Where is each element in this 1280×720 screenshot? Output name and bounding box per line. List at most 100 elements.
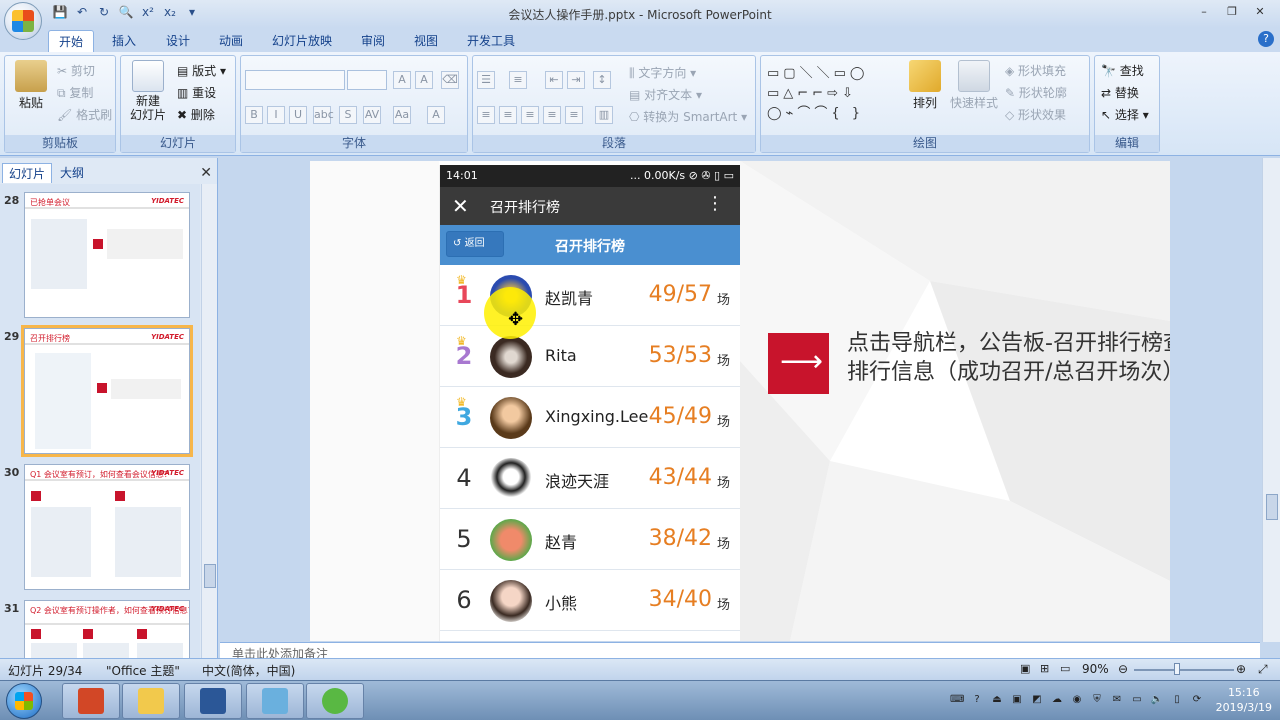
start-button[interactable] — [6, 683, 42, 719]
chat-icon[interactable]: ◉ — [1070, 693, 1084, 707]
distributed-icon[interactable]: ≡ — [565, 106, 583, 124]
tab-review[interactable]: 审阅 — [351, 30, 395, 52]
mail-icon[interactable]: ✉ — [1110, 693, 1124, 707]
quick-styles-button[interactable]: 快速样式 — [947, 60, 1001, 111]
slide-description[interactable]: 点击导航栏，公告板-召开排行榜查看排行信息（成功召开/总召开场次）。 — [847, 329, 1170, 387]
zoom-slider-knob[interactable] — [1174, 663, 1180, 675]
cut-button[interactable]: ✂ 剪切 — [57, 62, 95, 79]
align-right-icon[interactable]: ≡ — [521, 106, 539, 124]
slide-thumbnail-28[interactable]: 已抢单会议 YIDATEC — [24, 192, 190, 318]
new-slide-button[interactable]: 新建 幻灯片 — [123, 60, 173, 122]
volume-icon[interactable]: 🔈 — [1150, 693, 1164, 707]
paste-button[interactable]: 粘贴 — [11, 60, 51, 111]
language[interactable]: 中文(简体，中国) — [202, 662, 295, 679]
ranking-row[interactable]: ♛ 2 Rita 53/53 场 — [440, 326, 740, 387]
view-sorter-icon[interactable]: ⊞ — [1040, 662, 1049, 675]
monitor-icon[interactable]: ▭ — [1130, 693, 1144, 707]
shape-effects-button[interactable]: ◇ 形状效果 — [1005, 106, 1066, 123]
font-name-combo[interactable] — [245, 70, 345, 90]
convert-smartart-button[interactable]: ⎔ 转换为 SmartArt ▾ — [629, 108, 747, 125]
ranking-row[interactable]: 6 小熊 34/40 场 — [440, 570, 740, 631]
char-spacing-icon[interactable]: AV — [363, 106, 381, 124]
slide-thumbnail-29[interactable]: 召开排行榜 YIDATEC — [21, 325, 193, 457]
tab-outline[interactable]: 大纲 — [54, 163, 90, 183]
taskbar-explorer[interactable] — [122, 683, 180, 719]
font-color-icon[interactable]: A — [427, 106, 445, 124]
clear-format-icon[interactable]: ⌫ — [441, 71, 459, 89]
notes-pane[interactable]: 单击此处添加备注 — [220, 642, 1260, 658]
format-painter-button[interactable]: 🖌 格式刷 — [57, 106, 112, 123]
tab-developer[interactable]: 开发工具 — [457, 30, 525, 52]
slide-thumbnail-30[interactable]: Q1 会议室有预订，如何查看会议信息？ YIDATEC — [24, 464, 190, 590]
shape-fill-button[interactable]: ◈ 形状填充 — [1005, 62, 1066, 79]
tray-arrow-icon[interactable]: ⏏ — [990, 693, 1004, 707]
zoom-out-icon[interactable]: ⊖ — [1118, 662, 1128, 676]
ranking-row[interactable]: 4 浪迹天涯 43/44 场 — [440, 448, 740, 509]
tab-slides[interactable]: 幻灯片 — [2, 163, 53, 183]
replace-button[interactable]: ⇄ 替换 — [1101, 84, 1139, 101]
shrink-font-icon[interactable]: A — [415, 71, 433, 89]
find-button[interactable]: 🔭 查找 — [1101, 62, 1144, 79]
reset-button[interactable]: ▥ 重设 — [177, 84, 216, 101]
underline-icon[interactable]: U — [289, 106, 307, 124]
help-tray-icon[interactable]: ? — [970, 693, 984, 707]
font-size-combo[interactable] — [347, 70, 387, 90]
shapes-gallery[interactable]: ▭▢＼＼▭◯ ▭△⌐⌐⇨⇩ ◯⌁⌒⌒{ } — [767, 64, 897, 124]
ranking-row[interactable]: 5 赵青 38/42 场 — [440, 509, 740, 570]
shadow-icon[interactable]: S — [339, 106, 357, 124]
ranking-row[interactable]: ♛ 3 Xingxing.Lee 45/49 场 — [440, 387, 740, 448]
editor-scrollbar[interactable] — [1262, 158, 1280, 642]
help-icon[interactable]: ? — [1258, 31, 1274, 47]
delete-button[interactable]: ✖ 删除 — [177, 106, 215, 123]
strikethrough-icon[interactable]: abc — [313, 106, 334, 124]
tab-home[interactable]: 开始 — [48, 30, 95, 52]
zoom-level[interactable]: 90% — [1082, 662, 1109, 676]
align-left-icon[interactable]: ≡ — [477, 106, 495, 124]
copy-button[interactable]: ⧉ 复制 — [57, 84, 93, 101]
update-icon[interactable]: ⟳ — [1190, 693, 1204, 707]
shape-outline-button[interactable]: ✎ 形状轮廓 — [1005, 84, 1067, 101]
panel-scroll-thumb[interactable] — [204, 564, 216, 588]
panel-scrollbar[interactable] — [201, 184, 217, 658]
justify-icon[interactable]: ≡ — [543, 106, 561, 124]
decrease-indent-icon[interactable]: ⇤ — [545, 71, 563, 89]
tab-slide-show[interactable]: 幻灯片放映 — [262, 30, 342, 52]
increase-indent-icon[interactable]: ⇥ — [567, 71, 585, 89]
align-text-button[interactable]: ▤ 对齐文本 ▾ — [629, 86, 702, 103]
view-slideshow-icon[interactable]: ▭ — [1060, 662, 1070, 675]
keyboard-icon[interactable]: ⌨ — [950, 693, 964, 707]
taskbar-word[interactable] — [184, 683, 242, 719]
display-icon[interactable]: ▯ — [1170, 693, 1184, 707]
zoom-slider[interactable] — [1134, 669, 1234, 671]
tab-view[interactable]: 视图 — [404, 30, 448, 52]
office-button[interactable] — [4, 2, 42, 40]
taskbar-app[interactable] — [246, 683, 304, 719]
tab-insert[interactable]: 插入 — [102, 30, 146, 52]
tab-design[interactable]: 设计 — [156, 30, 200, 52]
view-normal-icon[interactable]: ▣ — [1020, 662, 1030, 675]
app-tray-icon[interactable]: ◩ — [1030, 693, 1044, 707]
numbering-icon[interactable]: ≡ — [509, 71, 527, 89]
security-icon[interactable]: ⛨ — [1090, 693, 1104, 707]
clock[interactable]: 15:16 2019/3/19 — [1216, 685, 1272, 715]
align-center-icon[interactable]: ≡ — [499, 106, 517, 124]
line-spacing-icon[interactable]: ↕ — [593, 71, 611, 89]
zoom-in-icon[interactable]: ⊕ — [1236, 662, 1246, 676]
taskbar-powerpoint[interactable] — [62, 683, 120, 719]
close-icon[interactable]: ✕ — [452, 194, 469, 218]
current-slide[interactable]: 14:01 ... 0.00K/s ⊘ ✇ ▯ ▭ ✕ 召开排行榜 ⋮ ↺ 返回… — [310, 161, 1170, 641]
bullets-icon[interactable]: ☰ — [477, 71, 495, 89]
minimize-button[interactable]: – — [1190, 2, 1218, 22]
arrange-button[interactable]: 排列 — [905, 60, 945, 111]
close-button[interactable]: ✕ — [1246, 2, 1274, 22]
network-icon[interactable]: ▣ — [1010, 693, 1024, 707]
editor-scroll-thumb[interactable] — [1266, 494, 1278, 520]
italic-icon[interactable]: I — [267, 106, 285, 124]
grow-font-icon[interactable]: A — [393, 71, 411, 89]
tab-animations[interactable]: 动画 — [209, 30, 253, 52]
text-direction-button[interactable]: ⫼ 文字方向 ▾ — [629, 64, 696, 81]
fit-window-icon[interactable]: ⤢ — [1258, 662, 1268, 677]
columns-icon[interactable]: ▥ — [595, 106, 613, 124]
more-menu-icon[interactable]: ⋮ — [706, 193, 724, 214]
taskbar-360[interactable] — [306, 683, 364, 719]
